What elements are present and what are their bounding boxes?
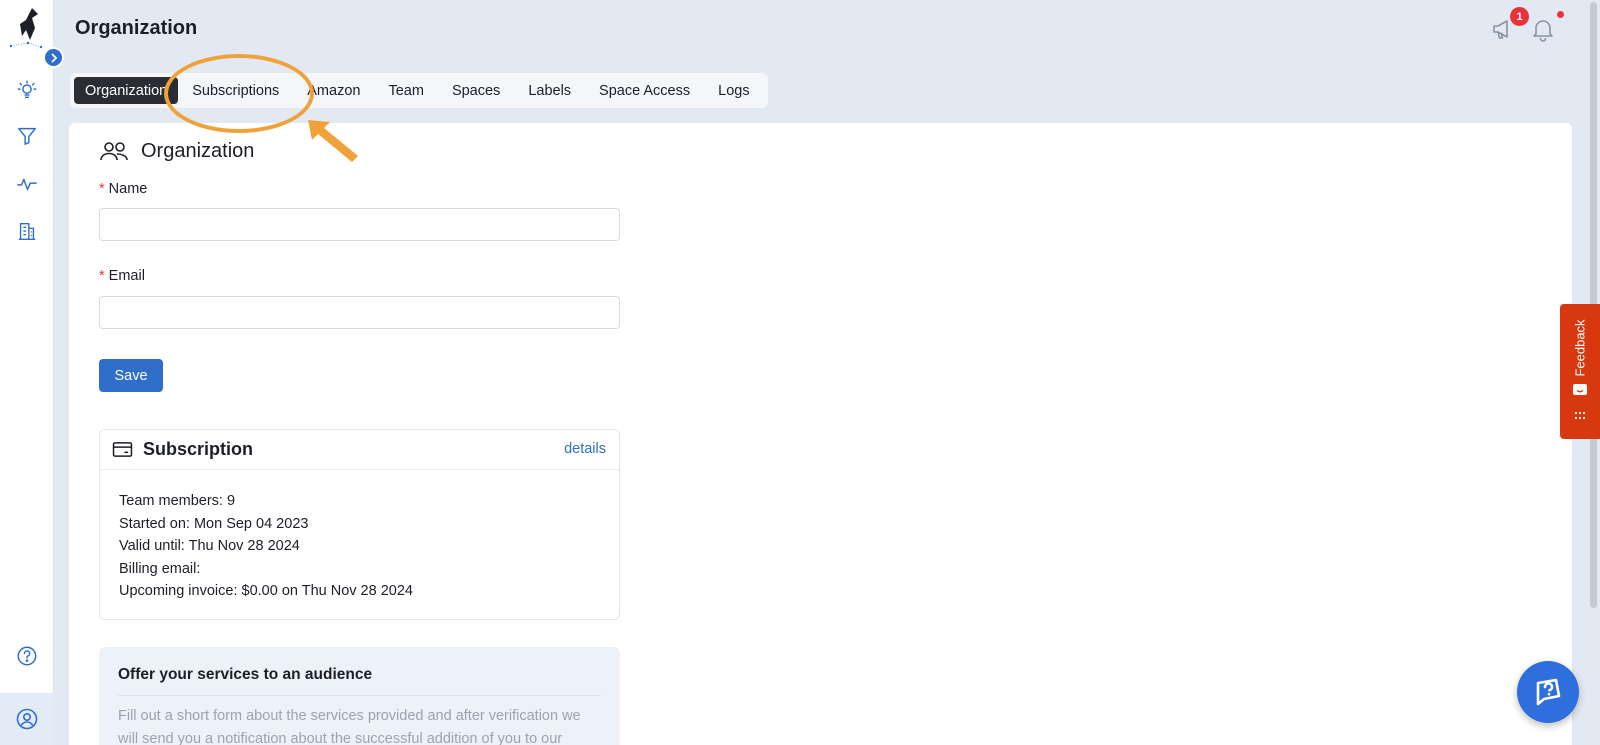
upcoming-invoice-text: Upcoming invoice: $0.00 on Thu Nov 28 20… — [119, 583, 413, 599]
sidebar-item-help[interactable] — [15, 644, 39, 668]
save-button[interactable]: Save — [99, 359, 163, 392]
activity-icon — [17, 178, 37, 191]
offer-description: Fill out a short form about the services… — [118, 708, 581, 745]
subscription-details: Team members: 9 Started on: Mon Sep 04 2… — [100, 470, 619, 623]
required-marker: * — [99, 181, 105, 197]
credit-card-icon — [112, 442, 133, 457]
organization-section-title: Organization — [141, 139, 255, 162]
chat-question-icon — [1536, 678, 1561, 706]
subscription-title: Subscription — [143, 439, 254, 459]
lightbulb-icon — [17, 80, 37, 99]
tab-labels[interactable]: Labels — [514, 77, 585, 104]
filter-icon — [18, 127, 36, 145]
user-circle-icon — [16, 708, 38, 730]
subscription-card: Subscription details Team members: 9 Sta… — [99, 429, 620, 620]
sidebar-item-filters[interactable] — [15, 124, 39, 148]
required-marker: * — [99, 268, 105, 284]
help-circle-icon — [17, 646, 37, 666]
notification-dot — [1557, 11, 1564, 18]
organization-section-header: Organization — [99, 139, 254, 163]
main-content-card: Organization * Name * Email Save Subscript… — [69, 123, 1572, 745]
sidebar-expand-button[interactable] — [43, 47, 64, 68]
offer-divider — [118, 695, 601, 696]
email-field[interactable] — [99, 296, 620, 329]
bell-icon — [1533, 20, 1553, 42]
tab-spaces[interactable]: Spaces — [438, 77, 514, 104]
sidebar-item-insights[interactable] — [15, 78, 39, 102]
chat-face-icon — [1573, 384, 1587, 395]
valid-until-text: Valid until: Thu Nov 28 2024 — [119, 538, 300, 554]
users-icon — [100, 142, 128, 161]
notification-count-badge: 1 — [1510, 7, 1529, 26]
feedback-label: Feedback — [1572, 319, 1588, 377]
tab-organization[interactable]: Organization — [74, 77, 179, 104]
notifications-button[interactable] — [1530, 16, 1556, 42]
team-members-text: Team members: 9 — [119, 493, 236, 509]
offer-title: Offer your services to an audience — [118, 666, 373, 683]
highlight-ring-annotation — [164, 54, 314, 133]
tab-space-access[interactable]: Space Access — [585, 77, 704, 104]
sidebar — [0, 0, 64, 745]
sidebar-item-organization[interactable] — [15, 219, 39, 243]
chevron-right-icon — [51, 53, 57, 62]
arrow-annotation-icon — [308, 120, 358, 162]
name-field[interactable] — [99, 208, 620, 241]
offer-services-card: Offer your services to an audience Fill … — [99, 647, 620, 745]
tab-team[interactable]: Team — [374, 77, 437, 104]
subscription-details-link[interactable]: details — [564, 441, 606, 457]
help-chat-button[interactable] — [1517, 661, 1579, 723]
building-icon — [18, 222, 36, 240]
page-title: Organization — [75, 17, 198, 39]
sidebar-item-profile[interactable] — [0, 693, 54, 745]
sidebar-item-activity[interactable] — [15, 172, 39, 196]
name-label: * Name — [99, 181, 148, 197]
tab-logs[interactable]: Logs — [704, 77, 763, 104]
drag-handle-icon — [1574, 411, 1586, 420]
subscription-card-header: Subscription details — [100, 430, 619, 470]
app-logo[interactable] — [8, 6, 46, 50]
started-on-text: Started on: Mon Sep 04 2023 — [119, 515, 309, 532]
billing-email-text: Billing email: — [119, 560, 201, 577]
email-label: * Email — [99, 268, 145, 284]
